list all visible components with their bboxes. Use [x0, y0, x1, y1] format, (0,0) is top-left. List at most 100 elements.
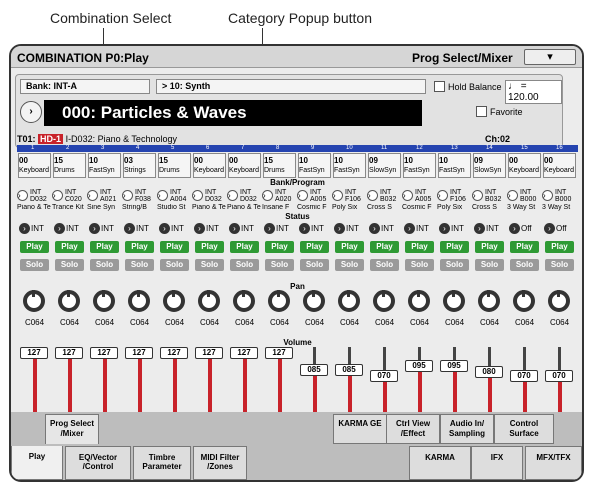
solo-button[interactable]: Solo	[55, 259, 84, 271]
combination-select[interactable]: 000: Particles & Waves	[44, 100, 422, 126]
pan-knob[interactable]	[268, 290, 290, 312]
tab-audio-in--sampling[interactable]: Audio In/ Sampling	[440, 414, 494, 444]
solo-button[interactable]: Solo	[230, 259, 259, 271]
tab-control-surface[interactable]: Control Surface	[494, 414, 554, 444]
play-button[interactable]: Play	[20, 241, 49, 253]
play-button[interactable]: Play	[90, 241, 119, 253]
play-button[interactable]: Play	[545, 241, 574, 253]
category-cell[interactable]: 15 Drums	[263, 153, 296, 178]
solo-button[interactable]: Solo	[125, 259, 154, 271]
tab-prog-select--mixer[interactable]: Prog Select /Mixer	[45, 414, 99, 444]
status-cell[interactable]: › INT	[334, 222, 369, 235]
pan-knob[interactable]	[93, 290, 115, 312]
status-cell[interactable]: › INT	[474, 222, 509, 235]
solo-button[interactable]: Solo	[265, 259, 294, 271]
pan-knob[interactable]	[548, 290, 570, 312]
pan-knob[interactable]	[478, 290, 500, 312]
bank-program-cell[interactable]: › INT B000	[542, 189, 577, 203]
solo-button[interactable]: Solo	[90, 259, 119, 271]
bank-program-cell[interactable]: › INT B032	[367, 189, 402, 203]
status-cell[interactable]: › INT	[159, 222, 194, 235]
bank-program-cell[interactable]: › INT F106	[332, 189, 367, 203]
tab-eq-vector--control[interactable]: EQ/Vector /Control	[65, 446, 131, 480]
tab-ifx[interactable]: IFX	[471, 446, 523, 480]
category-cell[interactable]: 15 Drums	[158, 153, 191, 178]
hold-balance-checkbox[interactable]	[434, 81, 445, 92]
bank-program-cell[interactable]: › INT A021	[87, 189, 122, 203]
pan-knob[interactable]	[338, 290, 360, 312]
status-cell[interactable]: › INT	[194, 222, 229, 235]
solo-button[interactable]: Solo	[335, 259, 364, 271]
solo-button[interactable]: Solo	[475, 259, 504, 271]
tab-ctrl-view--effect[interactable]: Ctrl View /Effect	[386, 414, 440, 444]
status-cell[interactable]: › INT	[19, 222, 54, 235]
tab-karma-ge[interactable]: KARMA GE	[333, 414, 387, 444]
bank-program-cell[interactable]: › INT C020	[52, 189, 87, 203]
bank-program-cell[interactable]: › INT D032	[227, 189, 262, 203]
solo-button[interactable]: Solo	[440, 259, 469, 271]
solo-button[interactable]: Solo	[405, 259, 434, 271]
tab-midi-filter--zones[interactable]: MIDI Filter /Zones	[193, 446, 247, 480]
play-button[interactable]: Play	[230, 241, 259, 253]
pan-knob[interactable]	[23, 290, 45, 312]
play-button[interactable]: Play	[160, 241, 189, 253]
category-cell[interactable]: 10 FastSyn	[298, 153, 331, 178]
tab-play[interactable]: Play	[11, 446, 63, 480]
play-button[interactable]: Play	[55, 241, 84, 253]
category-cell[interactable]: 00 Keyboard	[543, 153, 576, 178]
status-cell[interactable]: › INT	[404, 222, 439, 235]
play-button[interactable]: Play	[125, 241, 154, 253]
pan-knob[interactable]	[373, 290, 395, 312]
category-cell[interactable]: 09 SlowSyn	[368, 153, 401, 178]
pan-knob[interactable]	[513, 290, 535, 312]
bank-program-cell[interactable]: › INT F106	[437, 189, 472, 203]
category-popup-button[interactable]: > 10: Synth	[156, 79, 426, 94]
status-cell[interactable]: › INT	[264, 222, 299, 235]
bank-program-cell[interactable]: › INT B032	[472, 189, 507, 203]
status-cell[interactable]: › Off	[509, 222, 544, 235]
combination-select-arrow-button[interactable]: ›	[20, 101, 42, 123]
play-button[interactable]: Play	[405, 241, 434, 253]
status-cell[interactable]: › INT	[124, 222, 159, 235]
solo-button[interactable]: Solo	[510, 259, 539, 271]
status-cell[interactable]: › INT	[369, 222, 404, 235]
pan-knob[interactable]	[58, 290, 80, 312]
bank-program-cell[interactable]: › INT A004	[157, 189, 192, 203]
category-cell[interactable]: 00 Keyboard	[193, 153, 226, 178]
tab-karma[interactable]: KARMA	[409, 446, 471, 480]
bank-program-cell[interactable]: › INT B000	[507, 189, 542, 203]
status-cell[interactable]: › INT	[439, 222, 474, 235]
bank-program-cell[interactable]: › INT A005	[297, 189, 332, 203]
bank-program-cell[interactable]: › INT F038	[122, 189, 157, 203]
play-button[interactable]: Play	[510, 241, 539, 253]
pan-knob[interactable]	[163, 290, 185, 312]
pan-knob[interactable]	[443, 290, 465, 312]
play-button[interactable]: Play	[335, 241, 364, 253]
category-cell[interactable]: 10 FastSyn	[333, 153, 366, 178]
play-button[interactable]: Play	[440, 241, 469, 253]
favorite-checkbox[interactable]	[476, 106, 487, 117]
category-cell[interactable]: 03 Strings	[123, 153, 156, 178]
category-cell[interactable]: 00 Keyboard	[18, 153, 51, 178]
play-button[interactable]: Play	[300, 241, 329, 253]
solo-button[interactable]: Solo	[20, 259, 49, 271]
pan-knob[interactable]	[408, 290, 430, 312]
solo-button[interactable]: Solo	[160, 259, 189, 271]
bank-select[interactable]: Bank: INT-A	[20, 79, 150, 94]
category-cell[interactable]: 15 Drums	[53, 153, 86, 178]
bank-program-cell[interactable]: › INT A020	[262, 189, 297, 203]
bank-program-cell[interactable]: › INT A005	[402, 189, 437, 203]
play-button[interactable]: Play	[370, 241, 399, 253]
category-cell[interactable]: 10 FastSyn	[438, 153, 471, 178]
pan-knob[interactable]	[303, 290, 325, 312]
tab-timbre-parameter[interactable]: Timbre Parameter	[133, 446, 191, 480]
play-button[interactable]: Play	[195, 241, 224, 253]
page-menu-button[interactable]: ▾	[524, 49, 576, 65]
tab-mfx-tfx[interactable]: MFX/TFX	[525, 446, 582, 480]
category-cell[interactable]: 10 FastSyn	[403, 153, 436, 178]
status-cell[interactable]: › INT	[54, 222, 89, 235]
solo-button[interactable]: Solo	[300, 259, 329, 271]
pan-knob[interactable]	[233, 290, 255, 312]
category-cell[interactable]: 00 Keyboard	[508, 153, 541, 178]
status-cell[interactable]: › INT	[299, 222, 334, 235]
